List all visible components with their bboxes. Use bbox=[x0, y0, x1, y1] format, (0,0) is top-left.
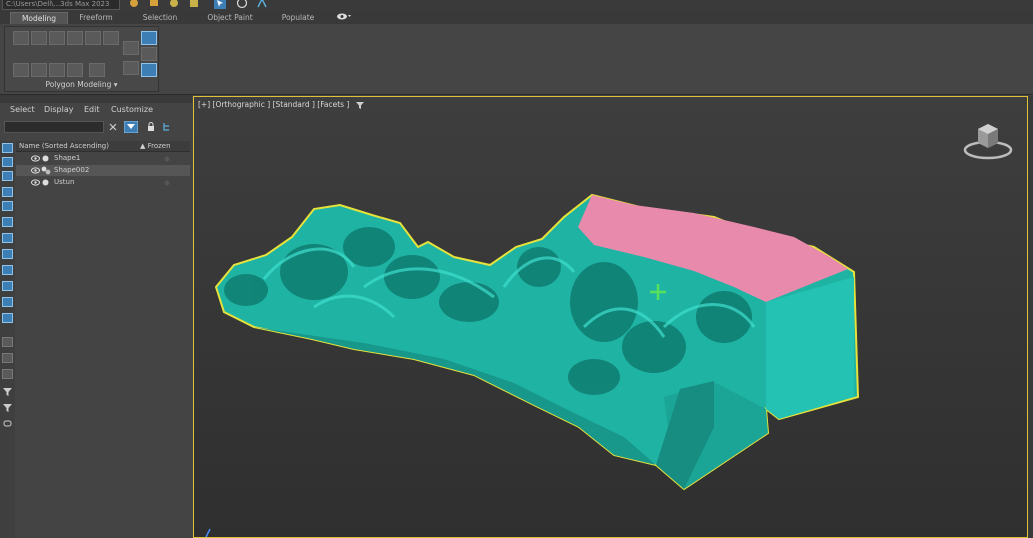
select-object-icon[interactable] bbox=[214, 0, 226, 9]
explorer-column-header: Name (Sorted Ascending) ▲ Frozen bbox=[16, 141, 190, 152]
display-cameras-button[interactable] bbox=[2, 217, 13, 227]
tab-populate[interactable]: Populate bbox=[274, 12, 322, 23]
vertex-mode-button[interactable] bbox=[13, 31, 29, 45]
menu-display[interactable]: Display bbox=[44, 105, 74, 114]
grow-selection-button[interactable] bbox=[67, 63, 83, 77]
object-dot-icon bbox=[42, 155, 49, 162]
select-filter-icon[interactable] bbox=[188, 0, 200, 9]
scene-search-input[interactable] bbox=[4, 121, 104, 133]
menu-customize[interactable]: Customize bbox=[111, 105, 153, 114]
display-xrefs-button[interactable] bbox=[2, 281, 13, 291]
display-hidden-button[interactable] bbox=[2, 353, 13, 363]
link-icon[interactable] bbox=[128, 0, 140, 9]
hierarchy-icon[interactable] bbox=[162, 122, 174, 132]
tab-object-paint[interactable]: Object Paint bbox=[200, 12, 260, 23]
object-dot-icon bbox=[42, 179, 49, 186]
show-end-result-button[interactable] bbox=[141, 31, 157, 45]
name-column-header[interactable]: Name (Sorted Ascending) bbox=[19, 142, 109, 150]
display-last-result-button[interactable] bbox=[2, 369, 13, 379]
visibility-eye-icon[interactable] bbox=[31, 155, 40, 162]
filter-icon[interactable] bbox=[124, 121, 138, 133]
bind-icon[interactable] bbox=[168, 0, 180, 9]
shrink-selection-button[interactable] bbox=[89, 63, 105, 77]
rotate-icon[interactable] bbox=[236, 0, 248, 9]
scene-object-list bbox=[16, 152, 190, 538]
polygon-modeling-group: Polygon Modeling ▾ bbox=[4, 26, 159, 92]
right-panel-edge bbox=[1028, 96, 1033, 538]
ignore-backfacing-button[interactable] bbox=[49, 63, 65, 77]
layer-icon[interactable] bbox=[3, 419, 12, 428]
collapse-stack-button[interactable] bbox=[141, 47, 157, 61]
explorer-tool-strip bbox=[0, 141, 15, 538]
object-name: Shape002 bbox=[54, 166, 90, 174]
border-mode-button[interactable] bbox=[49, 31, 65, 45]
modify-mode-button[interactable] bbox=[103, 31, 119, 45]
list-item[interactable]: Ustun bbox=[16, 177, 190, 188]
freeze-toggle-icon[interactable] bbox=[164, 168, 170, 174]
object-name: Ustun bbox=[54, 178, 75, 186]
unlink-icon[interactable] bbox=[148, 0, 160, 9]
display-shapes-button[interactable] bbox=[2, 187, 13, 197]
snap-icon[interactable] bbox=[256, 0, 268, 9]
tab-selection[interactable]: Selection bbox=[136, 12, 184, 23]
toggle-stack-button[interactable] bbox=[123, 41, 139, 55]
object-name: Shape1 bbox=[54, 154, 81, 162]
display-none-button[interactable] bbox=[2, 143, 13, 153]
display-frozen-button[interactable] bbox=[2, 337, 13, 347]
project-path-field[interactable]: C:\Users\Dell\...3ds Max 2023 bbox=[2, 0, 120, 10]
pin-stack-button[interactable] bbox=[123, 61, 139, 75]
use-soft-selection-button[interactable] bbox=[31, 63, 47, 77]
ribbon-tab-bar: Modeling Freeform Selection Object Paint… bbox=[0, 11, 1033, 25]
display-geometry-button[interactable] bbox=[2, 171, 13, 181]
carved-bracket-model[interactable] bbox=[194, 97, 1028, 538]
orthographic-viewport[interactable]: [+] [Orthographic ] [Standard ] [Facets … bbox=[193, 96, 1028, 538]
tab-freeform[interactable]: Freeform bbox=[72, 12, 120, 23]
modifier-list-button[interactable] bbox=[141, 63, 157, 77]
preserve-uvs-button[interactable] bbox=[13, 63, 29, 77]
display-helpers-button[interactable] bbox=[2, 233, 13, 243]
scene-explorer: Select Display Edit Customize Name (Sort… bbox=[0, 95, 192, 538]
ribbon-options-icon[interactable] bbox=[334, 12, 354, 23]
display-containers-button[interactable] bbox=[2, 313, 13, 323]
display-lights-button[interactable] bbox=[2, 201, 13, 211]
lock-icon[interactable] bbox=[146, 122, 156, 132]
menu-edit[interactable]: Edit bbox=[84, 105, 100, 114]
axis-tripod-icon bbox=[205, 528, 211, 537]
polygon-modeling-label[interactable]: Polygon Modeling ▾ bbox=[5, 80, 158, 89]
visibility-eye-icon[interactable] bbox=[31, 179, 40, 186]
visibility-eye-icon[interactable] bbox=[31, 167, 40, 174]
menu-select[interactable]: Select bbox=[10, 105, 35, 114]
group-objects-icon bbox=[41, 166, 51, 175]
scene-explorer-header bbox=[0, 95, 192, 103]
polygon-mode-button[interactable] bbox=[67, 31, 83, 45]
edge-mode-button[interactable] bbox=[31, 31, 47, 45]
frozen-column-header[interactable]: ▲ Frozen bbox=[140, 142, 171, 150]
filter-funnel-icon[interactable] bbox=[3, 387, 12, 396]
funnel-icon[interactable] bbox=[3, 403, 12, 412]
display-spacewarps-button[interactable] bbox=[2, 249, 13, 259]
list-item[interactable]: Shape002 bbox=[16, 165, 190, 176]
display-bones-button[interactable] bbox=[2, 297, 13, 307]
element-mode-button[interactable] bbox=[85, 31, 101, 45]
clear-search-icon[interactable] bbox=[108, 122, 118, 132]
list-item[interactable]: Shape1 bbox=[16, 153, 190, 164]
freeze-toggle-icon[interactable] bbox=[164, 156, 170, 162]
display-all-button[interactable] bbox=[2, 157, 13, 167]
freeze-toggle-icon[interactable] bbox=[164, 180, 170, 186]
title-toolbar: C:\Users\Dell\...3ds Max 2023 bbox=[0, 0, 1033, 11]
display-groups-button[interactable] bbox=[2, 265, 13, 275]
ribbon-panel: Polygon Modeling ▾ bbox=[0, 24, 1033, 95]
